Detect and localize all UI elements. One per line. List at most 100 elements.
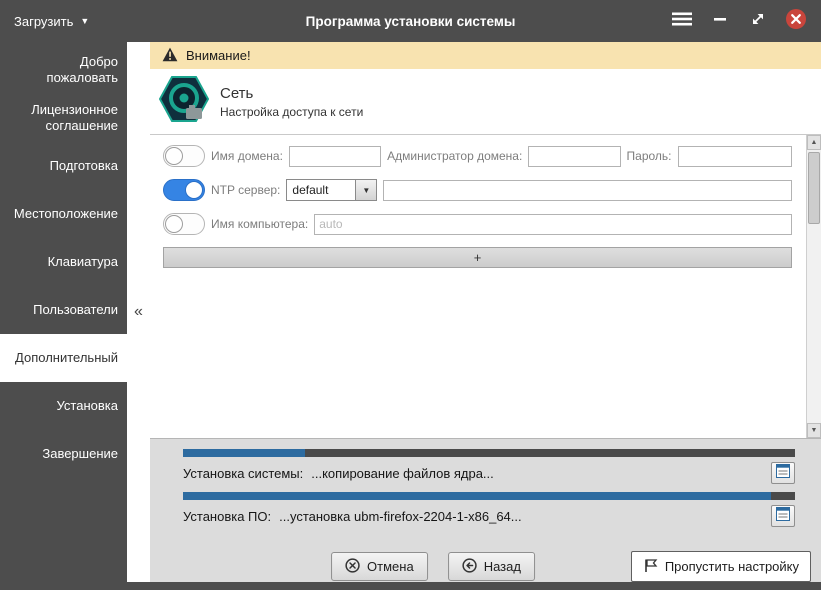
sidebar-item-label: Клавиатура <box>47 253 118 269</box>
section-subtitle: Настройка доступа к сети <box>220 104 364 119</box>
section-title: Сеть <box>220 84 254 102</box>
hostname-toggle[interactable] <box>163 213 205 235</box>
ntp-server-input[interactable] <box>383 179 792 201</box>
titlebar: Загрузить ▼ Программа установки системы <box>0 0 821 42</box>
steps-sidebar: Добро пожаловать Лицензионное соглашение… <box>0 42 127 582</box>
software-progress-label: Установка ПО: <box>183 508 272 524</box>
system-progress-bar <box>183 449 795 457</box>
domain-name-input[interactable] <box>288 145 382 167</box>
add-row: + <box>163 247 792 268</box>
software-progress-fill <box>183 492 771 500</box>
hostname-input[interactable] <box>314 213 792 235</box>
maximize-button[interactable] <box>745 8 771 34</box>
progress-panel: Установка системы: ...копирование файлов… <box>150 439 821 582</box>
form-area: Имя домена: Администратор домена: Пароль… <box>150 135 821 439</box>
domain-toggle[interactable] <box>163 145 205 167</box>
minimize-button[interactable] <box>707 8 733 34</box>
sidebar-item-keyboard[interactable]: Клавиатура <box>0 238 127 286</box>
chevron-down-icon: ▼ <box>80 15 90 26</box>
skip-button-label: Пропустить настройку <box>664 559 799 574</box>
menu-button[interactable] <box>669 8 695 34</box>
warning-icon <box>162 47 178 65</box>
sidebar-item-users[interactable]: Пользователи <box>0 286 127 334</box>
dropdown-arrow-icon: ▼ <box>355 179 378 201</box>
skip-setup-button[interactable]: Пропустить настройку <box>630 551 811 582</box>
system-progress-label: Установка системы: <box>183 465 304 481</box>
window-bottom-edge <box>0 582 821 590</box>
footer-buttons: Отмена Назад Пропустить настройку <box>183 551 811 582</box>
close-icon <box>785 8 807 35</box>
toggle-knob <box>165 147 183 165</box>
scrollbar-thumb[interactable] <box>808 152 820 224</box>
scrollbar-track[interactable] <box>807 150 821 423</box>
domain-password-label: Пароль: <box>626 149 672 163</box>
sidebar-item-label: Установка <box>56 397 118 413</box>
log-icon <box>776 506 790 526</box>
vertical-scrollbar[interactable]: ▲ ▼ <box>806 135 821 438</box>
scroll-down-button[interactable]: ▼ <box>807 423 821 438</box>
hamburger-menu-icon <box>672 12 692 31</box>
add-interface-button[interactable]: + <box>163 247 792 268</box>
toggle-knob <box>165 215 183 233</box>
back-circle-arrow-icon <box>462 557 477 576</box>
sidebar-collapse-button[interactable]: « <box>131 297 146 327</box>
hostname-label: Имя компьютера: <box>211 217 309 231</box>
network-section-icon <box>158 74 210 129</box>
ntp-server-select[interactable]: default ▼ <box>286 179 378 201</box>
ntp-selected-option: default <box>286 179 357 201</box>
load-button[interactable]: Загрузить ▼ <box>0 0 103 42</box>
cancel-circle-x-icon <box>345 557 360 576</box>
sidebar-item-welcome[interactable]: Добро пожаловать <box>0 46 127 94</box>
sidebar-item-installation[interactable]: Установка <box>0 382 127 430</box>
ntp-toggle[interactable] <box>163 179 205 201</box>
ntp-server-label: NTP сервер: <box>211 183 281 197</box>
sidebar-item-label: Добро пожаловать <box>46 53 118 85</box>
system-progress-fill <box>183 449 306 457</box>
toggle-knob <box>185 181 203 199</box>
sidebar-item-label: Местоположение <box>13 205 118 221</box>
back-button[interactable]: Назад <box>447 552 535 581</box>
domain-admin-label: Администратор домена: <box>387 149 523 163</box>
sidebar-gutter: « <box>127 42 150 582</box>
domain-name-label: Имя домена: <box>211 149 283 163</box>
cancel-button[interactable]: Отмена <box>331 552 428 581</box>
domain-admin-input[interactable] <box>528 145 621 167</box>
sidebar-item-license[interactable]: Лицензионное соглашение <box>0 94 127 142</box>
software-log-button[interactable] <box>771 505 795 527</box>
network-form: Имя домена: Администратор домена: Пароль… <box>150 135 806 438</box>
minimize-icon <box>713 12 727 31</box>
sidebar-item-label: Пользователи <box>33 301 118 317</box>
system-progress-status: ...копирование файлов ядра... <box>311 465 494 481</box>
main-content: Внимание! Сеть Настройка доступа к сети … <box>150 42 821 582</box>
load-button-label: Загрузить <box>14 13 74 29</box>
sidebar-item-label: Подготовка <box>49 157 118 173</box>
cancel-button-label: Отмена <box>367 559 414 574</box>
software-progress-status: ...установка ubm-firefox-2204-1-x86_64..… <box>279 508 522 524</box>
warning-text: Внимание! <box>186 48 251 63</box>
sidebar-item-label: Лицензионное соглашение <box>31 101 118 133</box>
close-button[interactable] <box>783 8 809 34</box>
footer-center-buttons: Отмена Назад <box>331 552 535 581</box>
window-controls <box>669 8 821 34</box>
skip-flag-icon <box>643 558 658 576</box>
software-progress-bar <box>183 492 795 500</box>
resize-diagonal-icon <box>750 11 766 32</box>
app-body: Добро пожаловать Лицензионное соглашение… <box>0 42 821 582</box>
log-icon <box>776 463 790 483</box>
section-header: Сеть Настройка доступа к сети <box>150 69 821 135</box>
sidebar-item-location[interactable]: Местоположение <box>0 190 127 238</box>
hostname-row: Имя компьютера: <box>163 213 792 235</box>
scroll-up-button[interactable]: ▲ <box>807 135 821 150</box>
warning-banner: Внимание! <box>150 42 821 69</box>
ntp-row: NTP сервер: default ▼ <box>163 179 792 201</box>
installer-window: Загрузить ▼ Программа установки системы <box>0 0 821 590</box>
sidebar-item-additional[interactable]: Дополнительный <box>0 334 127 382</box>
system-progress-row: Установка системы: ...копирование файлов… <box>183 462 795 484</box>
system-log-button[interactable] <box>771 462 795 484</box>
domain-password-input[interactable] <box>677 145 792 167</box>
domain-row: Имя домена: Администратор домена: Пароль… <box>163 145 792 167</box>
sidebar-item-label: Завершение <box>42 445 118 461</box>
sidebar-item-label: Дополнительный <box>15 349 118 365</box>
sidebar-item-preparation[interactable]: Подготовка <box>0 142 127 190</box>
sidebar-item-finish[interactable]: Завершение <box>0 430 127 478</box>
